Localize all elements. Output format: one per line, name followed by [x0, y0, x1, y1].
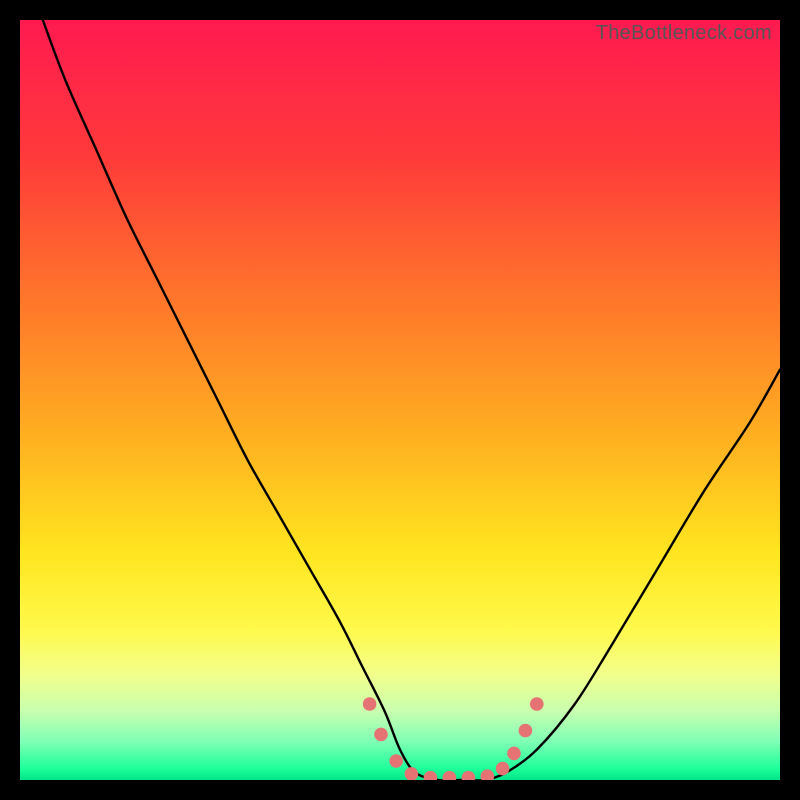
marker-dot: [389, 754, 403, 768]
outer-frame: TheBottleneck.com: [0, 0, 800, 800]
watermark-text: TheBottleneck.com: [596, 22, 772, 45]
marker-dot: [496, 762, 510, 776]
marker-dot: [530, 697, 544, 711]
marker-dot: [374, 728, 388, 742]
marker-dot: [519, 724, 533, 738]
marker-dot: [363, 697, 377, 711]
marker-dot: [507, 747, 521, 761]
plot-area: TheBottleneck.com: [20, 20, 780, 780]
gradient-background: [20, 20, 780, 780]
chart-svg: [20, 20, 780, 780]
